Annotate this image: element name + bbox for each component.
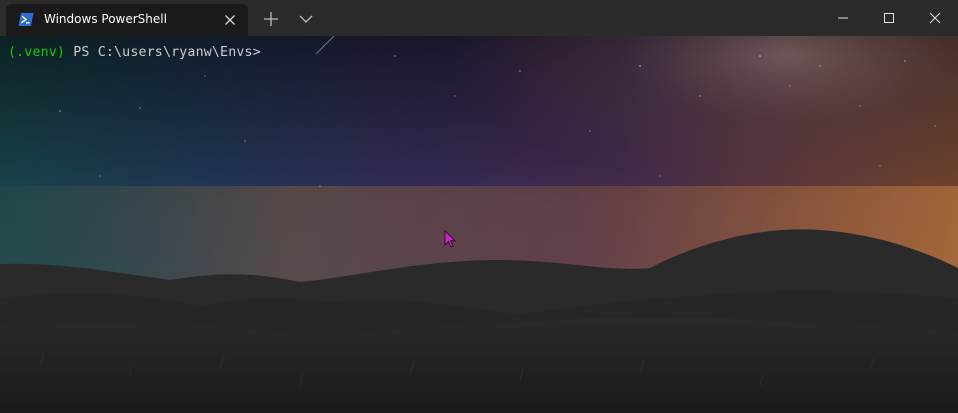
new-tab-button[interactable]	[262, 10, 280, 28]
maximize-button[interactable]	[866, 0, 912, 36]
venv-indicator: (.venv)	[8, 45, 66, 60]
close-window-button[interactable]	[912, 0, 958, 36]
close-icon	[225, 15, 235, 25]
tab-title: Windows PowerShell	[44, 12, 167, 26]
terminal-window: Windows PowerShell (.venv) PS C:\users\r…	[0, 0, 958, 413]
close-tab-button[interactable]	[221, 11, 239, 29]
prompt-text: PS C:\users\ryanw\Envs>	[65, 45, 261, 60]
minimize-icon	[838, 17, 848, 19]
close-icon	[929, 12, 941, 24]
minimize-button[interactable]	[820, 0, 866, 36]
chevron-down-icon	[299, 15, 313, 23]
title-bar[interactable]: Windows PowerShell	[0, 0, 958, 36]
mouse-pointer-icon	[444, 230, 458, 250]
maximize-icon	[884, 13, 894, 23]
plus-icon	[264, 12, 278, 26]
tab-dropdown-button[interactable]	[298, 10, 314, 28]
powershell-icon	[18, 12, 34, 27]
background-image	[0, 36, 958, 413]
terminal-pane[interactable]: (.venv) PS C:\users\ryanw\Envs>	[0, 36, 958, 413]
tab-powershell[interactable]: Windows PowerShell	[6, 4, 248, 36]
prompt-line[interactable]: (.venv) PS C:\users\ryanw\Envs>	[8, 45, 261, 60]
